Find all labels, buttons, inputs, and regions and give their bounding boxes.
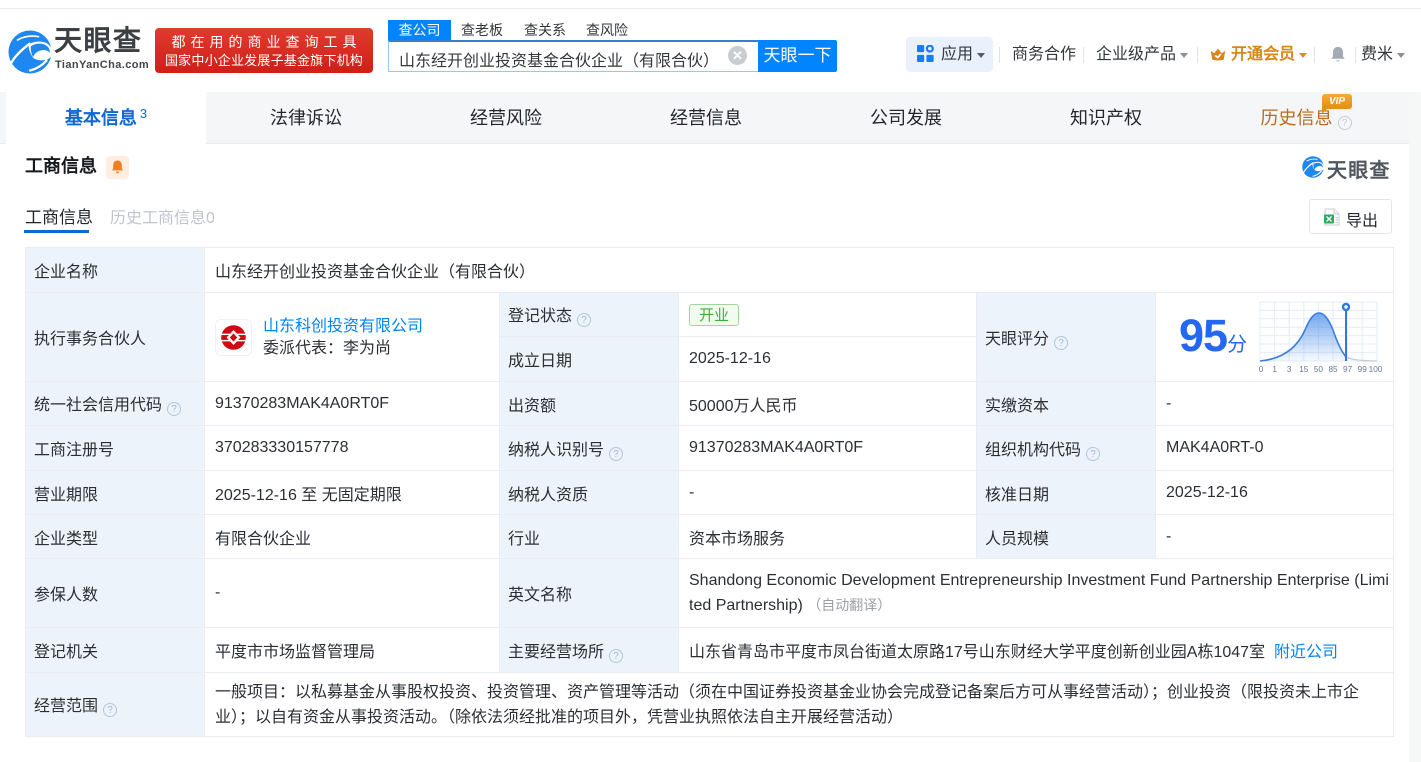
svg-text:99: 99 [1358,365,1368,374]
svg-text:100: 100 [1369,365,1383,374]
svg-text:3: 3 [1287,365,1292,374]
svg-text:0: 0 [1259,365,1264,374]
svg-text:97: 97 [1343,365,1353,374]
svg-text:50: 50 [1314,365,1324,374]
svg-text:15: 15 [1299,365,1309,374]
svg-text:1: 1 [1272,365,1277,374]
svg-text:85: 85 [1328,365,1338,374]
